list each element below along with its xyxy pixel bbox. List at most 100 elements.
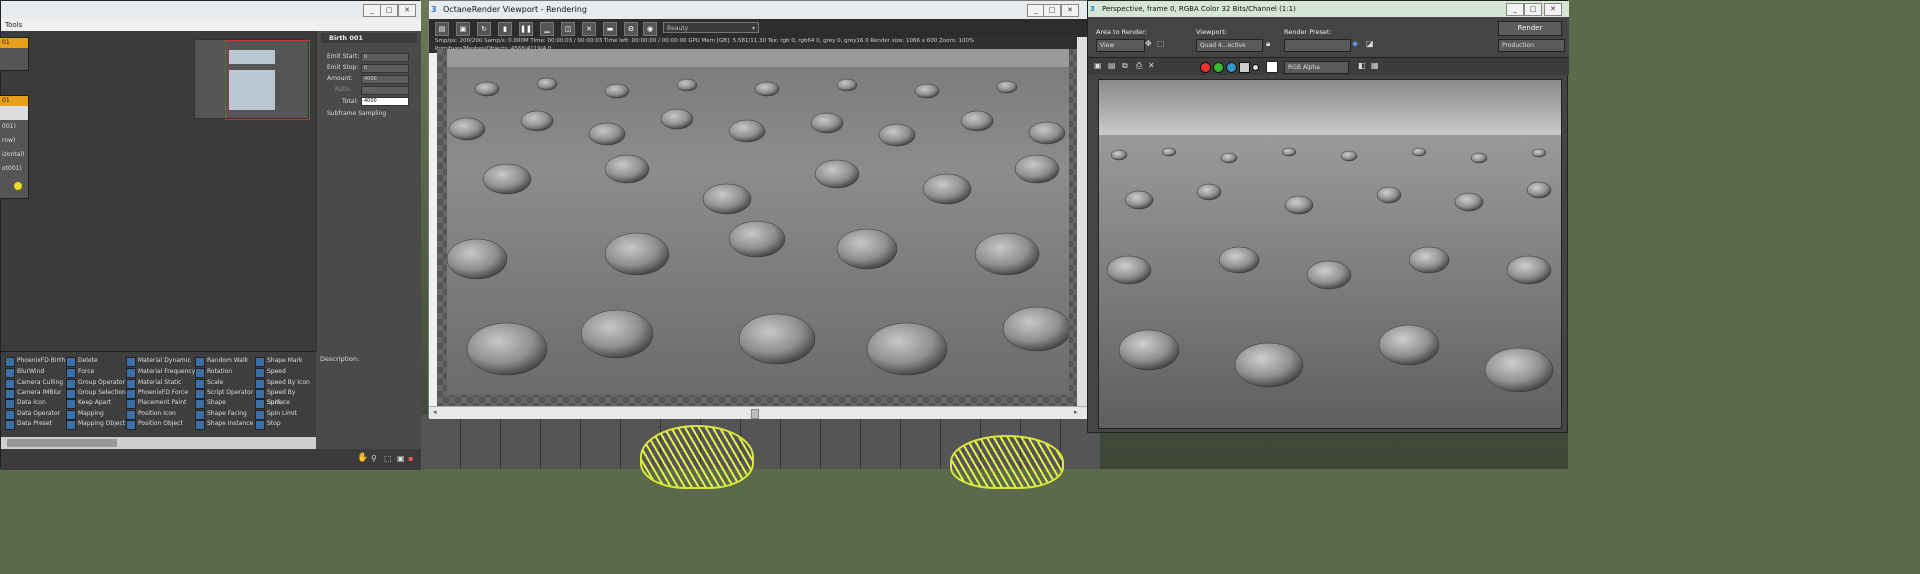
- display-channel-dropdown[interactable]: RGB Alpha: [1284, 61, 1349, 74]
- depot-item[interactable]: Group Selection: [66, 388, 126, 399]
- depot-item[interactable]: Delete: [66, 356, 98, 367]
- pin-icon[interactable]: ✥: [1145, 39, 1152, 48]
- clear-icon[interactable]: ✕: [1148, 61, 1155, 70]
- refresh-icon[interactable]: ↻: [477, 22, 491, 36]
- emit-start-spinner[interactable]: 0: [361, 53, 409, 62]
- maximize-button[interactable]: □: [1043, 4, 1061, 17]
- rollout-title[interactable]: Birth 001: [321, 33, 417, 43]
- no-zoom-icon[interactable]: ▪: [408, 454, 413, 463]
- depot-item[interactable]: Force: [66, 367, 94, 378]
- amount-spinner[interactable]: 4000: [361, 75, 409, 84]
- depot-item[interactable]: Data Operator: [5, 409, 60, 420]
- zoom-icon[interactable]: ⚲: [371, 454, 377, 463]
- event-node[interactable]: 01 001) row) izontal) ot001): [0, 95, 29, 199]
- emit-stop-spinner[interactable]: 0: [361, 64, 409, 73]
- copy-icon[interactable]: ▤: [1108, 61, 1116, 70]
- amount-radio[interactable]: Amount:: [327, 75, 353, 82]
- depot-item[interactable]: Data Preset: [5, 419, 52, 430]
- overlay-icon[interactable]: ▦: [1371, 61, 1379, 70]
- depot-item[interactable]: Material Dynamic: [126, 356, 191, 367]
- render-pass-select[interactable]: Beauty ▾: [663, 22, 759, 33]
- close-button[interactable]: ✕: [1544, 3, 1562, 16]
- depot-item[interactable]: Position Icon: [126, 409, 176, 420]
- scrollbar-thumb[interactable]: [751, 409, 759, 419]
- clone-icon[interactable]: ⧉: [1122, 61, 1128, 71]
- depot-item[interactable]: Camera Culling: [5, 378, 63, 389]
- depot-item[interactable]: Rotation: [195, 367, 232, 378]
- pause-icon[interactable]: ❚❚: [519, 22, 533, 36]
- minimize-button[interactable]: _: [363, 4, 381, 17]
- chart-icon[interactable]: ▁: [540, 22, 554, 36]
- depot-item[interactable]: Speed By Surface: [255, 388, 316, 406]
- scrollbar-thumb[interactable]: [7, 439, 117, 447]
- depot-item[interactable]: BlurWind: [5, 367, 44, 378]
- depot-item[interactable]: Mapping: [66, 409, 104, 420]
- depot-item[interactable]: Shape: [195, 398, 226, 409]
- scroll-left-icon[interactable]: ◂: [433, 408, 437, 416]
- depot-item[interactable]: Keep Apart: [66, 398, 111, 409]
- render-setup-icon[interactable]: ◈: [1352, 39, 1358, 48]
- toggle-ui-icon[interactable]: ◧: [1358, 61, 1366, 70]
- depot-item[interactable]: PhoenixFD Force: [126, 388, 188, 399]
- red-channel-toggle[interactable]: [1200, 62, 1211, 73]
- subframe-sampling-checkbox[interactable]: Subframe Sampling: [327, 110, 386, 117]
- production-dropdown[interactable]: Production: [1498, 39, 1565, 52]
- rate-radio[interactable]: Rate:: [335, 86, 351, 93]
- depot-item[interactable]: Speed: [255, 367, 286, 378]
- rate-spinner[interactable]: 60,0: [361, 86, 409, 95]
- depot-item[interactable]: Group Operator: [66, 378, 125, 389]
- output-socket-icon[interactable]: [14, 182, 22, 190]
- depot-item[interactable]: Shape Instance: [195, 419, 253, 430]
- octane-render-area[interactable]: [437, 49, 1079, 406]
- color-swatch[interactable]: [1266, 61, 1278, 73]
- depot-item[interactable]: Stop: [255, 419, 281, 430]
- pan-hand-icon[interactable]: ✋: [357, 453, 368, 463]
- lock-icon[interactable]: 🔒︎: [1266, 39, 1270, 49]
- depot-item[interactable]: Position Object: [126, 419, 183, 430]
- camera-icon[interactable]: ▣: [456, 22, 470, 36]
- environment-icon[interactable]: ◪: [1366, 39, 1374, 48]
- depot-item[interactable]: Data Icon: [5, 398, 46, 409]
- depot-item[interactable]: Camera IMBlur: [5, 388, 61, 399]
- settings-icon[interactable]: ⚙: [624, 22, 638, 36]
- stop-region-icon[interactable]: ✕: [582, 22, 596, 36]
- depot-item[interactable]: Shape Mark: [255, 356, 303, 367]
- depot-item[interactable]: Material Frequency: [126, 367, 195, 378]
- render-preset-dropdown[interactable]: [1284, 39, 1351, 52]
- zoom-region-icon[interactable]: ⬚: [384, 454, 392, 463]
- region-icon[interactable]: ◫: [561, 22, 575, 36]
- frame-buffer-render-area[interactable]: [1098, 79, 1562, 429]
- gpu-icon[interactable]: ◉: [643, 22, 657, 36]
- minimize-button[interactable]: _: [1506, 3, 1524, 16]
- depot-item[interactable]: Shape Facing: [195, 409, 247, 420]
- depot-item[interactable]: Spin Limit: [255, 409, 297, 420]
- depot-item[interactable]: Speed By Icon: [255, 378, 310, 389]
- save-icon[interactable]: ▣: [1094, 61, 1102, 70]
- alpha-channel-toggle[interactable]: [1239, 62, 1250, 73]
- region-icon[interactable]: ⬚: [1157, 39, 1165, 48]
- scroll-right-icon[interactable]: ▸: [1074, 408, 1078, 416]
- film-icon[interactable]: ▤: [435, 22, 449, 36]
- depot-item[interactable]: Scale: [195, 378, 223, 389]
- render-button[interactable]: Render: [1498, 21, 1562, 36]
- overview-minimap[interactable]: [194, 39, 310, 120]
- depot-item[interactable]: Script Operator: [195, 388, 253, 399]
- depot-item[interactable]: Material Static: [126, 378, 181, 389]
- depot-horizontal-scrollbar[interactable]: [1, 437, 316, 449]
- close-button[interactable]: ✕: [1061, 4, 1079, 17]
- menu-tools[interactable]: Tools: [5, 21, 22, 29]
- depot-item[interactable]: Random Walk: [195, 356, 248, 367]
- octane-horizontal-scrollbar[interactable]: ◂ ▸: [429, 406, 1087, 419]
- lock-icon[interactable]: ▮: [498, 22, 512, 36]
- maximize-button[interactable]: □: [380, 4, 398, 17]
- depot-item[interactable]: Spin: [255, 398, 280, 409]
- area-to-render-dropdown[interactable]: View: [1096, 39, 1145, 52]
- viewport-dropdown[interactable]: Quad 4...ective: [1196, 39, 1263, 52]
- maximize-button[interactable]: □: [1524, 3, 1542, 16]
- close-button[interactable]: ✕: [398, 4, 416, 17]
- event-node[interactable]: 01: [0, 37, 29, 71]
- depot-item[interactable]: Placement Paint: [126, 398, 186, 409]
- octane-vertical-scrollbar[interactable]: [1077, 37, 1087, 406]
- print-icon[interactable]: ⎙: [1136, 61, 1142, 71]
- green-channel-toggle[interactable]: [1213, 62, 1224, 73]
